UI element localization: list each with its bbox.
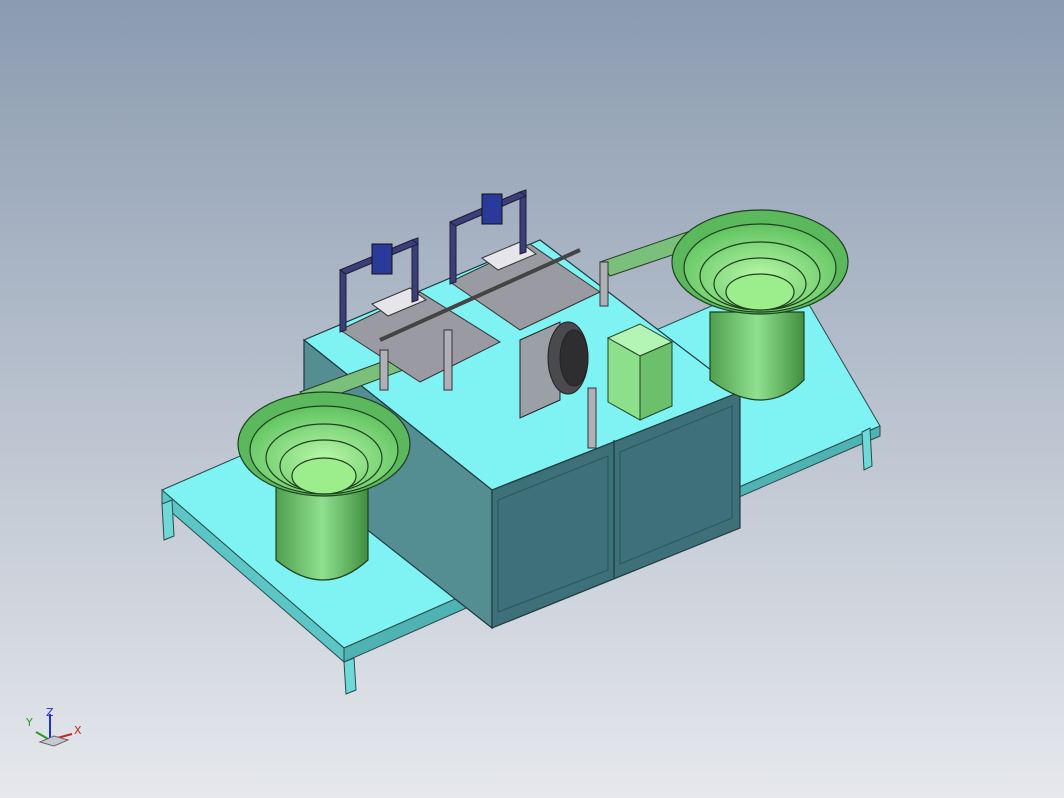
- coordinate-triad: X Z Y: [25, 706, 82, 747]
- y-axis-label: Y: [25, 716, 33, 729]
- x-axis-label: X: [74, 724, 82, 737]
- z-axis-label: Z: [46, 706, 54, 719]
- servo-motor-left: [371, 243, 393, 275]
- servo-motor-right: [481, 193, 503, 225]
- control-box: [606, 323, 674, 421]
- cad-viewport[interactable]: X Z Y: [0, 0, 1064, 798]
- 3d-model-view[interactable]: [0, 0, 1064, 798]
